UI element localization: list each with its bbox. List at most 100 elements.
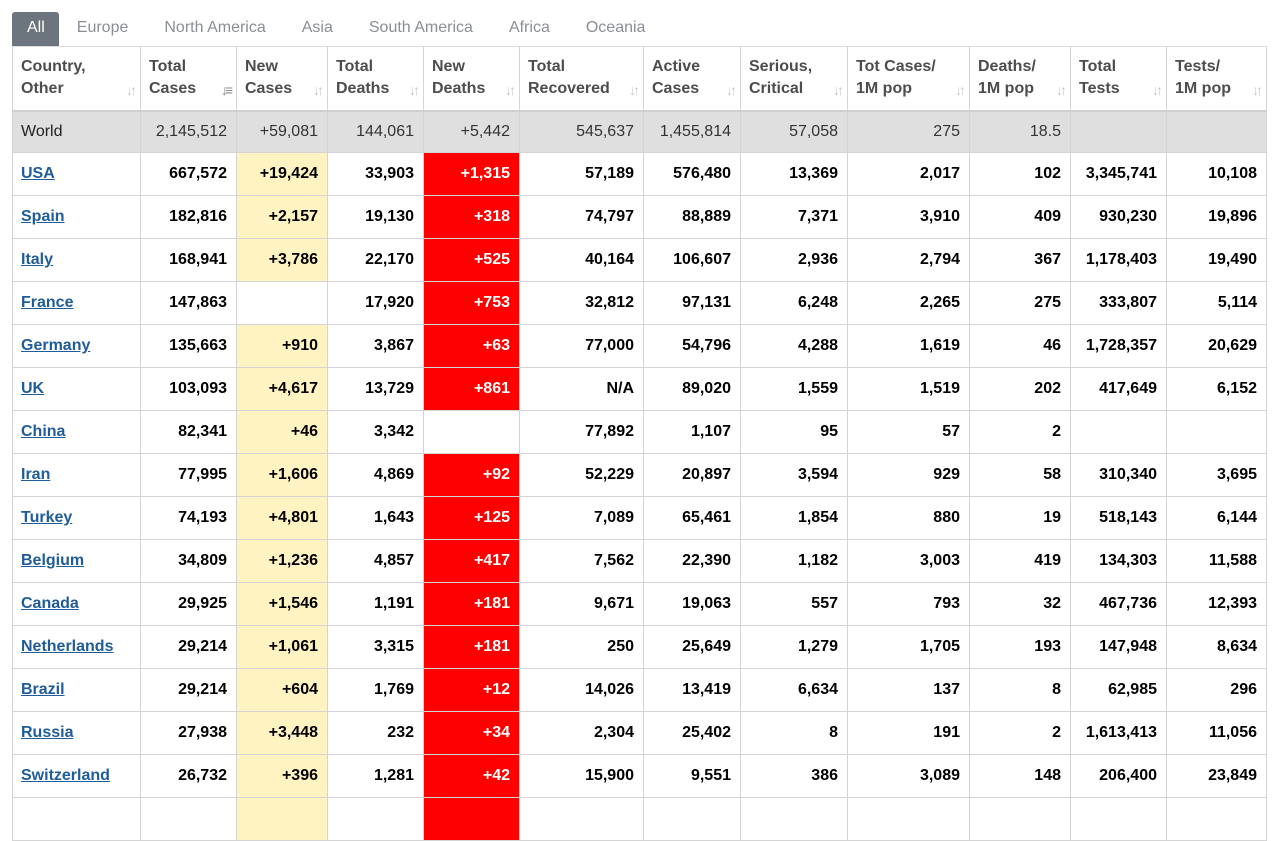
cell-new-deaths: +753 <box>423 281 520 325</box>
cell-total-deaths: 3,867 <box>327 324 424 368</box>
column-header-tot-cases-1m[interactable]: Tot Cases/1M pop ↓↑ <box>847 46 970 112</box>
cell-total-cases: 82,341 <box>140 410 237 454</box>
cell-active-cases: 19,063 <box>643 582 741 626</box>
cell-serious-critical: 6,248 <box>740 281 848 325</box>
country-link[interactable]: Netherlands <box>21 638 113 655</box>
column-header-line1: Total <box>528 58 566 75</box>
cell-total-recovered: N/A <box>519 367 644 411</box>
cell-total-tests: 1,728,357 <box>1070 324 1167 368</box>
country-link[interactable]: Italy <box>21 251 53 268</box>
column-header-line1: Tot Cases/ <box>856 58 936 75</box>
sort-icon[interactable]: ↓↑ <box>313 79 324 101</box>
country-link[interactable]: Switzerland <box>21 767 110 784</box>
cell-tot-cases-1m: 1,705 <box>847 625 970 669</box>
cell-total-recovered: 9,671 <box>519 582 644 626</box>
country-link[interactable]: USA <box>21 165 55 182</box>
cell-country: Brazil <box>12 668 141 712</box>
column-header-total-cases[interactable]: Total Cases ↓≡ <box>140 46 237 112</box>
cell-total-deaths: 4,869 <box>327 453 424 497</box>
tab-oceania[interactable]: Oceania <box>568 12 664 46</box>
cell-new-cases: +910 <box>236 324 328 368</box>
cell-new-deaths: +417 <box>423 539 520 583</box>
sort-icon[interactable]: ↓↑ <box>1252 79 1263 101</box>
column-header-total-recovered[interactable]: Total Recovered ↓↑ <box>519 46 644 112</box>
sort-icon[interactable]: ↓↑ <box>505 79 516 101</box>
column-header-total-tests[interactable]: Total Tests ↓↑ <box>1070 46 1167 112</box>
tab-north-america[interactable]: North America <box>146 12 283 46</box>
tab-africa[interactable]: Africa <box>491 12 568 46</box>
cell-new-cases: +4,801 <box>236 496 328 540</box>
cell-total-deaths: 144,061 <box>327 109 424 153</box>
sort-icon[interactable]: ↓↑ <box>629 79 640 101</box>
table-row: Russia 27,938 +3,448 232 +34 2,304 25,402 8 191 2… <box>12 711 1267 755</box>
cell-new-cases: +1,606 <box>236 453 328 497</box>
tab-south-america[interactable]: South America <box>351 12 491 46</box>
cell-new-cases: +1,061 <box>236 625 328 669</box>
cell-total-recovered: 14,026 <box>519 668 644 712</box>
column-header-line1: Total <box>149 58 187 75</box>
cell-new-deaths: +63 <box>423 324 520 368</box>
column-header-serious-critical[interactable]: Serious, Critical ↓↑ <box>740 46 848 112</box>
cell-total-tests: 417,649 <box>1070 367 1167 411</box>
cell-total-cases: 2,145,512 <box>140 109 237 153</box>
cell-new-deaths: +181 <box>423 582 520 626</box>
table-row: France 147,863 17,920 +753 32,812 97,131 6,248… <box>12 281 1267 325</box>
cell-total-cases <box>140 797 237 841</box>
country-link[interactable]: France <box>21 294 73 311</box>
cell-tests-1m: 296 <box>1166 668 1267 712</box>
column-header-line2: Cases <box>245 80 293 97</box>
cell-serious-critical: 3,594 <box>740 453 848 497</box>
tab-asia[interactable]: Asia <box>284 12 351 46</box>
cell-country: World <box>12 109 141 153</box>
cell-new-deaths: +34 <box>423 711 520 755</box>
cell-new-deaths: +181 <box>423 625 520 669</box>
cell-deaths-1m: 2 <box>969 410 1071 454</box>
column-header-line1: Tests/ <box>1175 58 1221 75</box>
sort-icon[interactable]: ↓↑ <box>833 79 844 101</box>
tab-europe[interactable]: Europe <box>59 12 147 46</box>
cell-total-tests: 930,230 <box>1070 195 1167 239</box>
tab-all[interactable]: All <box>12 12 59 46</box>
cell-tot-cases-1m: 880 <box>847 496 970 540</box>
country-link[interactable]: Belgium <box>21 552 84 569</box>
country-link[interactable]: Turkey <box>21 509 72 526</box>
sort-icon[interactable]: ↓↑ <box>1056 79 1067 101</box>
country-link[interactable]: Spain <box>21 208 65 225</box>
cell-total-recovered: 32,812 <box>519 281 644 325</box>
column-header-new-cases[interactable]: New Cases ↓↑ <box>236 46 328 112</box>
sort-icon[interactable]: ↓↑ <box>126 79 137 101</box>
sort-icon[interactable]: ↓↑ <box>726 79 737 101</box>
sort-icon[interactable]: ↓↑ <box>1152 79 1163 101</box>
column-header-tests-1m[interactable]: Tests/1M pop ↓↑ <box>1166 46 1267 112</box>
cell-tot-cases-1m: 1,619 <box>847 324 970 368</box>
column-header-country[interactable]: Country, Other ↓↑ <box>12 46 141 112</box>
country-link[interactable]: Russia <box>21 724 73 741</box>
cell-total-tests: 1,178,403 <box>1070 238 1167 282</box>
cell-serious-critical: 1,182 <box>740 539 848 583</box>
column-header-active-cases[interactable]: Active Cases ↓↑ <box>643 46 741 112</box>
table-row: Turkey 74,193 +4,801 1,643 +125 7,089 65,461 1,… <box>12 496 1267 540</box>
country-link[interactable]: China <box>21 423 65 440</box>
sort-desc-icon[interactable]: ↓≡ <box>221 79 233 101</box>
sort-icon[interactable]: ↓↑ <box>409 79 420 101</box>
cell-total-tests <box>1070 109 1167 153</box>
cell-tot-cases-1m: 929 <box>847 453 970 497</box>
column-header-new-deaths[interactable]: New Deaths ↓↑ <box>423 46 520 112</box>
cell-total-deaths: 1,191 <box>327 582 424 626</box>
cell-tests-1m: 11,588 <box>1166 539 1267 583</box>
cell-total-tests <box>1070 797 1167 841</box>
table-row: Italy 168,941 +3,786 22,170 +525 40,164 106,60… <box>12 238 1267 282</box>
cell-total-recovered <box>519 797 644 841</box>
sort-icon[interactable]: ↓↑ <box>955 79 966 101</box>
country-link[interactable]: UK <box>21 380 44 397</box>
country-link[interactable]: Germany <box>21 337 90 354</box>
cell-total-tests: 467,736 <box>1070 582 1167 626</box>
country-link[interactable]: Iran <box>21 466 50 483</box>
country-link[interactable]: Canada <box>21 595 79 612</box>
cell-country: Germany <box>12 324 141 368</box>
column-header-total-deaths[interactable]: Total Deaths ↓↑ <box>327 46 424 112</box>
cell-new-cases: +604 <box>236 668 328 712</box>
column-header-deaths-1m[interactable]: Deaths/1M pop ↓↑ <box>969 46 1071 112</box>
country-link[interactable]: Brazil <box>21 681 65 698</box>
column-header-line1: New <box>245 58 278 75</box>
